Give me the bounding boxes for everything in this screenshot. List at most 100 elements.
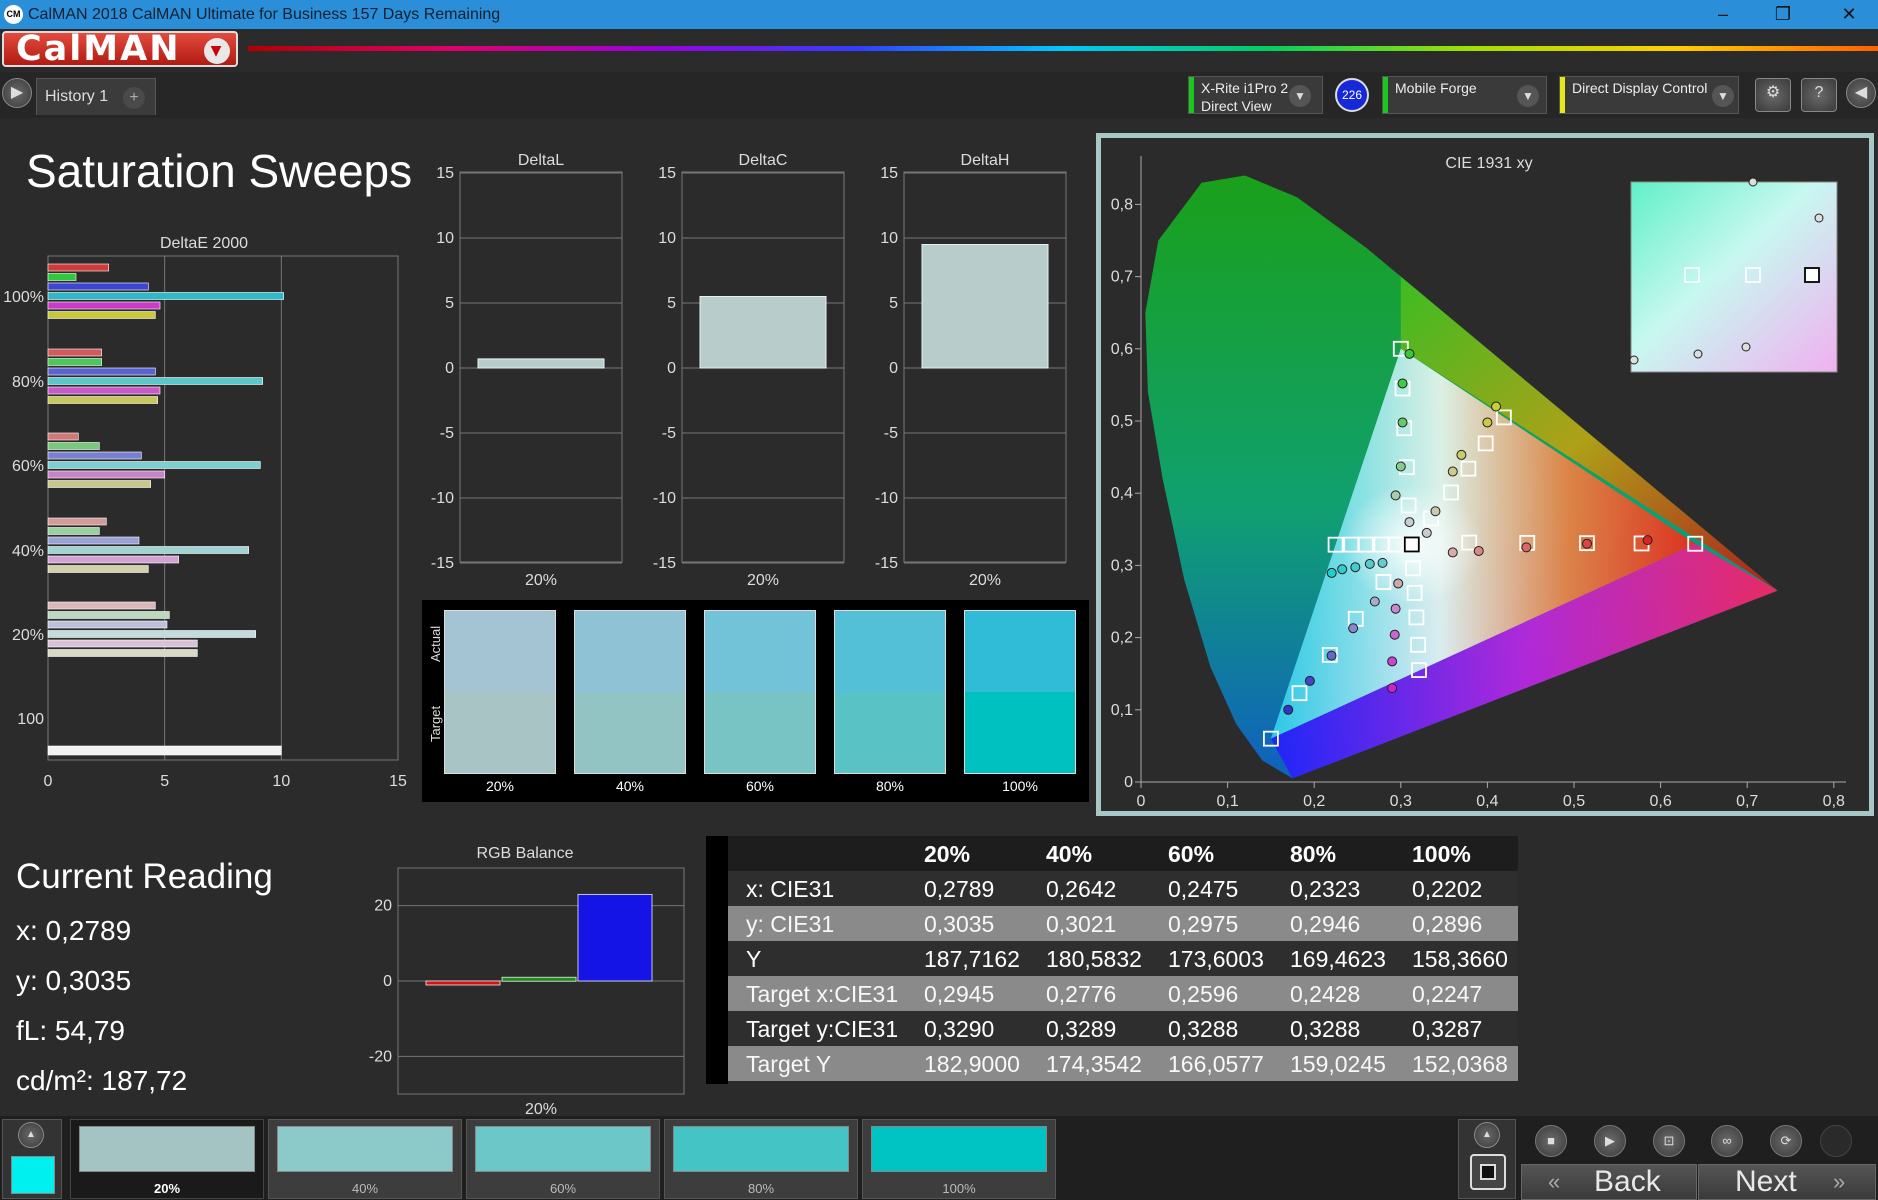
- source-selector[interactable]: Mobile Forge ▼: [1382, 76, 1547, 114]
- back-button[interactable]: « Back: [1521, 1164, 1697, 1200]
- play-icon[interactable]: ▶: [1594, 1125, 1626, 1157]
- deltae-bar: [47, 611, 170, 619]
- cie-measured-point: [1326, 650, 1337, 661]
- collapse-panel-icon[interactable]: ◀: [1846, 78, 1876, 108]
- cie-inset-zoom: [1629, 177, 1838, 373]
- cie-measured-point: [1521, 542, 1532, 553]
- title-bar: CM CalMAN 2018 CalMAN Ultimate for Busin…: [0, 0, 1878, 29]
- swatch-color: [79, 1126, 255, 1172]
- delta-chart-deltal: DeltaL 15 10 5 0 -5 -10 -15 20%: [431, 152, 623, 585]
- back-arrow-icon: «: [1548, 1169, 1561, 1194]
- delta-y-tick: -5: [662, 425, 676, 442]
- deltae-x-tick: 5: [160, 773, 169, 790]
- table-cell: 0,2896: [1412, 911, 1483, 937]
- app-icon: CM: [4, 5, 23, 24]
- play-sidebar-icon[interactable]: ▶: [2, 78, 32, 108]
- table-header-row: 20% 40% 60% 80% 100%: [728, 836, 1518, 871]
- deltae-bar: [47, 273, 77, 281]
- cie-x-tick: 0,6: [1649, 793, 1671, 810]
- loop-icon[interactable]: ∞: [1711, 1125, 1743, 1157]
- window-title: CalMAN 2018 CalMAN Ultimate for Business…: [28, 6, 501, 23]
- refresh-icon[interactable]: ⟳: [1770, 1125, 1802, 1157]
- swatch-button-1[interactable]: 40%: [268, 1119, 462, 1199]
- swatch-actual: [965, 611, 1075, 692]
- expand-up-icon[interactable]: ▲: [1474, 1122, 1500, 1148]
- cie-measured-point: [1377, 557, 1388, 568]
- delta-y-tick: 5: [667, 295, 676, 312]
- table-cell: 0,2642: [1046, 876, 1117, 902]
- delta-chart-title: DeltaL: [518, 152, 564, 169]
- swatch-color: [475, 1126, 651, 1172]
- delta-chart-title: DeltaC: [739, 152, 788, 169]
- record-icon[interactable]: [1820, 1125, 1852, 1157]
- restore-button[interactable]: ❐: [1754, 0, 1812, 29]
- help-icon[interactable]: ?: [1801, 78, 1837, 112]
- deltae-group-label: 20%: [12, 627, 44, 644]
- meter-badge[interactable]: 226: [1335, 78, 1369, 112]
- tab-history-1[interactable]: History 1 +: [36, 78, 156, 115]
- chevron-down-icon: ▼: [204, 38, 230, 64]
- deltae-x-tick: 15: [389, 773, 407, 790]
- swatch-button-3[interactable]: 80%: [664, 1119, 858, 1199]
- cie-y-tick: 0,6: [1111, 341, 1133, 358]
- table-cell: 0,2946: [1290, 911, 1361, 937]
- deltae-bar: [47, 601, 156, 610]
- measure-icon[interactable]: ⊡: [1653, 1125, 1685, 1157]
- swatch-button-0[interactable]: 20%: [70, 1119, 264, 1199]
- stop-icon[interactable]: [1470, 1154, 1506, 1190]
- deltae-bar: [47, 311, 156, 319]
- cie-measured-point: [1364, 558, 1375, 569]
- delta-bar: [477, 358, 605, 369]
- delta-bar: [699, 296, 827, 369]
- cie-measured-point: [1348, 623, 1359, 634]
- stop-panel: ▲: [1458, 1119, 1516, 1199]
- chevron-down-icon: ▼: [1712, 85, 1734, 107]
- cie-y-tick: 0,1: [1111, 702, 1133, 719]
- cie-inset-point: [1814, 213, 1824, 223]
- page-title: Saturation Sweeps: [26, 145, 413, 197]
- cie-measured-point: [1337, 564, 1348, 575]
- meter-selector[interactable]: X-Rite i1Pro 2 Direct View ▼: [1188, 76, 1323, 114]
- expand-up-icon[interactable]: ▲: [18, 1122, 44, 1148]
- cie-measured-point: [1326, 567, 1337, 578]
- cie-measured-point: [1389, 629, 1400, 640]
- rgb-bar: [577, 893, 653, 982]
- cie-measured-point: [1482, 417, 1493, 428]
- add-tab-icon[interactable]: +: [123, 87, 145, 109]
- cie-y-tick: 0: [1124, 774, 1133, 791]
- calman-logo-button[interactable]: CalMAN ▼: [2, 31, 238, 67]
- cie-measured-point: [1387, 656, 1398, 667]
- next-label: Next: [1735, 1165, 1797, 1198]
- display-selector[interactable]: Direct Display Control ▼: [1559, 76, 1739, 114]
- deltae-bar: [47, 639, 198, 648]
- stop-circle-icon[interactable]: ■: [1535, 1125, 1567, 1157]
- swatch-target: [835, 692, 945, 773]
- delta-y-tick: -10: [653, 490, 676, 507]
- deltae-bar: [47, 367, 156, 376]
- swatch-compare-1: [574, 610, 686, 774]
- gear-icon[interactable]: ⚙: [1755, 78, 1791, 112]
- swatch-actual: [575, 611, 685, 692]
- swatch-button-2[interactable]: 60%: [466, 1119, 660, 1199]
- cie-measured-point: [1581, 538, 1592, 549]
- close-button[interactable]: ✕: [1820, 0, 1878, 29]
- delta-chart-deltah: DeltaH 15 10 5 0 -5 -10 -15 20%: [875, 152, 1067, 585]
- delta-x-label: 20%: [969, 572, 1001, 585]
- table-cell: 0,3288: [1290, 1016, 1361, 1042]
- minimize-button[interactable]: ‒: [1694, 0, 1752, 29]
- deltae-bar: [47, 546, 249, 554]
- swatch-label: 40%: [351, 1181, 379, 1196]
- delta-y-tick: 10: [436, 230, 454, 247]
- cie-measured-point: [1369, 596, 1380, 607]
- deltae-bar: [47, 282, 149, 291]
- deltae-x-tick: 10: [272, 773, 290, 790]
- table-cell: 169,4623: [1290, 946, 1386, 972]
- table-cell: 0,2202: [1412, 876, 1483, 902]
- table-cell: 0,2247: [1412, 981, 1483, 1007]
- deltae-x-tick: 0: [44, 773, 53, 790]
- deltae-group-label: 100: [17, 711, 44, 728]
- next-button[interactable]: Next »: [1698, 1164, 1876, 1200]
- cie-measured-point: [1304, 675, 1315, 686]
- swatch-button-4[interactable]: 100%: [862, 1119, 1056, 1199]
- delta-chart-deltac: DeltaC 15 10 5 0 -5 -10 -15 20%: [653, 152, 845, 585]
